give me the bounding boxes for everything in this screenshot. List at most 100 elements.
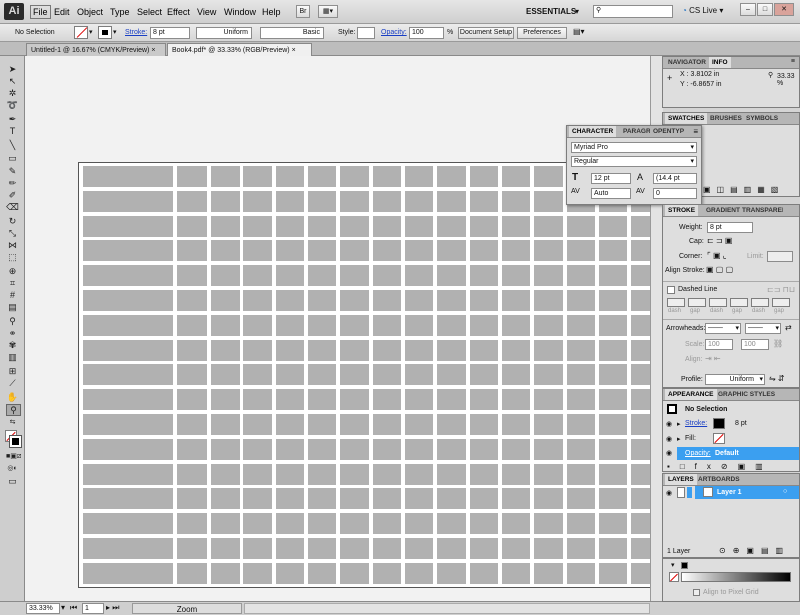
grid-cell[interactable] xyxy=(502,240,530,262)
stroke-mini-swatch[interactable] xyxy=(681,562,688,569)
grid-cell[interactable] xyxy=(177,215,207,237)
stroke-swatch[interactable] xyxy=(98,26,112,39)
grid-cell[interactable] xyxy=(83,562,173,584)
scale-tool-icon[interactable]: ⤡ xyxy=(6,228,19,238)
swatch-actions-icons[interactable]: ▣◫▤▥▦▧ xyxy=(703,185,784,194)
grid-cell[interactable] xyxy=(211,240,240,262)
grid-cell[interactable] xyxy=(405,562,433,584)
grid-cell[interactable] xyxy=(470,538,498,559)
grid-cell[interactable] xyxy=(83,166,173,187)
dashed-line-checkbox[interactable] xyxy=(667,286,675,294)
line-segment-tool-icon[interactable]: ╲ xyxy=(6,140,19,150)
grid-cell[interactable] xyxy=(177,166,207,187)
grid-cell[interactable] xyxy=(83,339,173,361)
grid-cell[interactable] xyxy=(211,414,240,435)
grid-cell[interactable] xyxy=(340,463,369,485)
grid-cell[interactable] xyxy=(243,513,272,535)
tab-graphic-styles[interactable]: GRAPHIC STYLES xyxy=(715,389,778,400)
rotate-tool-icon[interactable]: ↻ xyxy=(6,216,19,226)
grid-cell[interactable] xyxy=(470,513,498,535)
grid-cell[interactable] xyxy=(405,513,433,535)
grid-cell[interactable] xyxy=(534,339,563,361)
font-size-field[interactable]: 12 pt xyxy=(591,173,631,184)
grid-cell[interactable] xyxy=(83,414,173,435)
eye-icon[interactable]: ◉ xyxy=(666,420,672,428)
grid-cell[interactable] xyxy=(405,339,433,361)
panel-menu-icon[interactable]: ≡ xyxy=(791,58,795,65)
grid-cell[interactable] xyxy=(340,389,369,411)
grid-cell[interactable] xyxy=(470,290,498,311)
grid-cell[interactable] xyxy=(470,414,498,435)
grid-cell[interactable] xyxy=(177,389,207,411)
target-icon[interactable]: ○ xyxy=(783,488,787,495)
draw-mode-icons[interactable]: ◎◐ xyxy=(6,464,19,474)
grid-cell[interactable] xyxy=(308,389,336,411)
zoom-dropdown-icon[interactable]: ▾ xyxy=(61,603,65,612)
gap-field-3[interactable] xyxy=(772,298,790,307)
grid-cell[interactable] xyxy=(340,513,369,535)
grid-cell[interactable] xyxy=(502,314,530,336)
grid-cell[interactable] xyxy=(211,463,240,485)
grid-cell[interactable] xyxy=(599,215,627,237)
grid-cell[interactable] xyxy=(211,290,240,311)
grid-cell[interactable] xyxy=(276,190,304,212)
menu-select[interactable]: Select xyxy=(137,7,162,17)
grid-cell[interactable] xyxy=(534,414,563,435)
grid-cell[interactable] xyxy=(373,215,401,237)
grid-cell[interactable] xyxy=(502,488,530,510)
grid-cell[interactable] xyxy=(308,190,336,212)
arrow-align-buttons[interactable]: ⇥ ⇤ xyxy=(705,354,721,363)
grid-cell[interactable] xyxy=(211,314,240,336)
grid-cell[interactable] xyxy=(502,389,530,411)
grid-cell[interactable] xyxy=(534,513,563,535)
grid-cell[interactable] xyxy=(276,364,304,386)
cap-buttons[interactable]: ⊏ ⊐ ▣ xyxy=(707,236,732,245)
grid-cell[interactable] xyxy=(276,166,304,187)
grid-cell[interactable] xyxy=(567,538,595,559)
end-scale-field[interactable]: 100 xyxy=(741,339,769,350)
grid-cell[interactable] xyxy=(308,215,336,237)
selection-tool-icon[interactable]: ➤ xyxy=(6,64,19,74)
close-icon[interactable]: × xyxy=(292,47,296,54)
grid-cell[interactable] xyxy=(567,562,595,584)
grid-cell[interactable] xyxy=(83,290,173,311)
grid-cell[interactable] xyxy=(340,190,369,212)
grid-cell[interactable] xyxy=(470,562,498,584)
grid-cell[interactable] xyxy=(243,562,272,584)
expand-triangle-icon[interactable]: ▸ xyxy=(677,420,681,428)
bridge-icon[interactable]: Br xyxy=(296,5,310,18)
grid-cell[interactable] xyxy=(373,389,401,411)
grid-cell[interactable] xyxy=(308,414,336,435)
grid-cell[interactable] xyxy=(470,463,498,485)
grid-cell[interactable] xyxy=(567,488,595,510)
grid-cell[interactable] xyxy=(437,215,466,237)
grid-cell[interactable] xyxy=(83,463,173,485)
grid-cell[interactable] xyxy=(534,314,563,336)
flip-profile-icons[interactable]: ⇋ ⇵ xyxy=(769,374,785,383)
grid-cell[interactable] xyxy=(211,538,240,559)
grid-cell[interactable] xyxy=(405,488,433,510)
grid-cell[interactable] xyxy=(83,438,173,460)
grid-cell[interactable] xyxy=(177,240,207,262)
grid-cell[interactable] xyxy=(211,265,240,287)
blob-brush-tool-icon[interactable]: ✐ xyxy=(6,190,19,200)
grid-cell[interactable] xyxy=(534,438,563,460)
grid-cell[interactable] xyxy=(177,562,207,584)
grid-cell[interactable] xyxy=(502,463,530,485)
grid-cell[interactable] xyxy=(470,166,498,187)
tab-navigator[interactable]: NAVIGATOR xyxy=(665,57,709,68)
grid-cell[interactable] xyxy=(534,290,563,311)
grid-cell[interactable] xyxy=(502,265,530,287)
grid-cell[interactable] xyxy=(211,438,240,460)
grid-cell[interactable] xyxy=(470,364,498,386)
none-swatch[interactable] xyxy=(669,572,679,582)
grid-cell[interactable] xyxy=(243,190,272,212)
tab-transparency[interactable]: TRANSPARENCY xyxy=(739,205,783,216)
grid-cell[interactable] xyxy=(502,414,530,435)
grid-cell[interactable] xyxy=(373,265,401,287)
stroke-weight-field[interactable]: 8 pt xyxy=(150,27,190,39)
menu-help[interactable]: Help xyxy=(262,7,281,17)
grid-cell[interactable] xyxy=(405,290,433,311)
brush-definition[interactable]: Basic xyxy=(260,27,324,39)
grid-cell[interactable] xyxy=(437,513,466,535)
